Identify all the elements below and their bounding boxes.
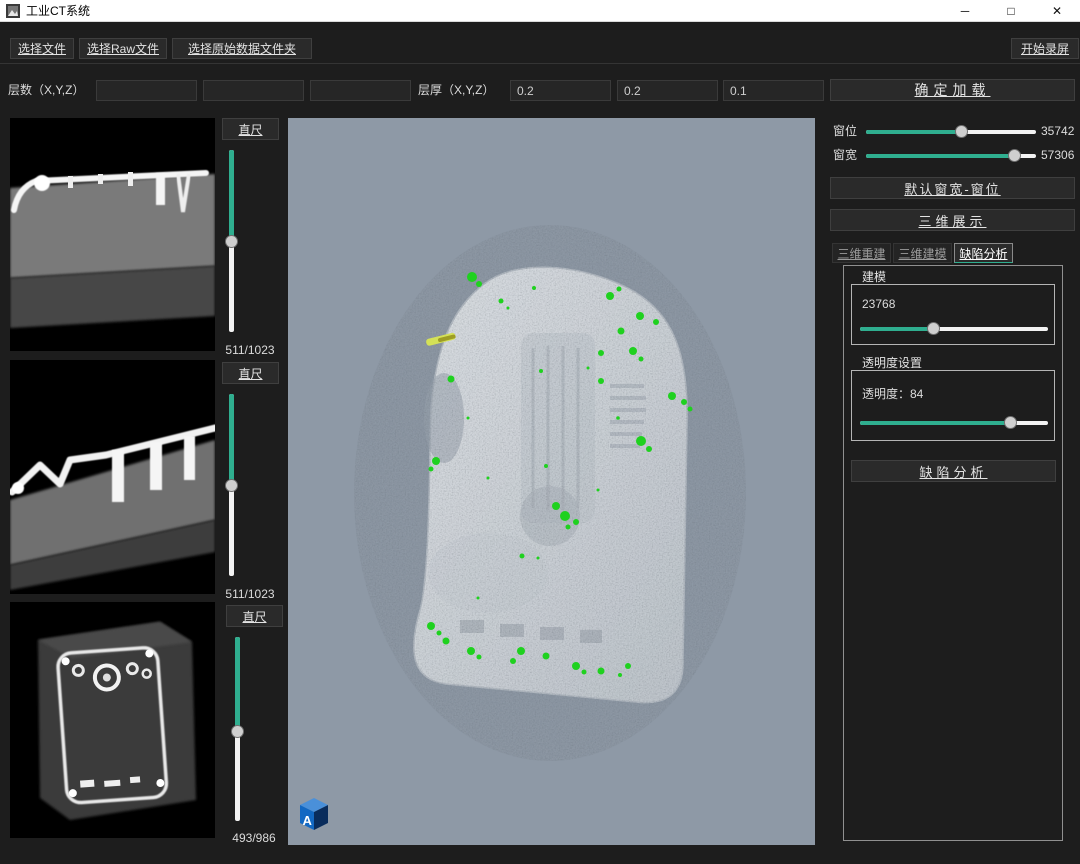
slice-slider-2[interactable] bbox=[225, 394, 238, 576]
modeling-groupbox: 建模 23768 bbox=[851, 284, 1055, 345]
slider-fill bbox=[229, 150, 234, 241]
window-controls: ─ □ ✕ bbox=[942, 0, 1080, 22]
slice-slider-1[interactable] bbox=[225, 150, 238, 332]
logo-cube-icon: A bbox=[296, 795, 332, 831]
slider-fill bbox=[229, 394, 234, 485]
modeling-value: 23768 bbox=[862, 297, 895, 311]
layers-z-input[interactable] bbox=[310, 80, 411, 101]
slider-thumb[interactable] bbox=[225, 479, 238, 492]
thickness-label: 层厚（X,Y,Z） bbox=[418, 80, 494, 101]
thickness-z-input[interactable] bbox=[723, 80, 824, 101]
close-button[interactable]: ✕ bbox=[1034, 0, 1080, 22]
tab-3d-reconstruction[interactable]: 三维重建 bbox=[832, 243, 891, 263]
titlebar: 工业CT系统 ─ □ ✕ bbox=[0, 0, 1080, 22]
slider-fill bbox=[866, 154, 1014, 158]
window-width-slider[interactable] bbox=[866, 149, 1036, 162]
slice-slider-3[interactable] bbox=[231, 637, 244, 821]
minimize-button[interactable]: ─ bbox=[942, 0, 988, 22]
show-3d-button[interactable]: 三维展示 bbox=[830, 209, 1075, 231]
window-level-value: 35742 bbox=[1041, 121, 1074, 142]
slice-position-1: 511/1023 bbox=[216, 340, 284, 361]
select-file-button[interactable]: 选择文件 bbox=[10, 38, 74, 59]
slider-thumb[interactable] bbox=[955, 125, 968, 138]
ct-slice-view-2[interactable] bbox=[10, 360, 215, 594]
render-viewport[interactable]: A bbox=[288, 118, 815, 845]
slider-fill bbox=[860, 421, 1010, 425]
confirm-load-button[interactable]: 确定加载 bbox=[830, 79, 1075, 101]
transparency-legend: 透明度设置 bbox=[860, 356, 924, 370]
modeling-legend: 建模 bbox=[860, 270, 888, 284]
window-level-slider[interactable] bbox=[866, 125, 1036, 138]
transparency-slider[interactable] bbox=[860, 416, 1048, 429]
slider-fill bbox=[860, 327, 933, 331]
window-width-value: 57306 bbox=[1041, 145, 1074, 166]
ruler-button-3[interactable]: 直尺 bbox=[226, 605, 283, 627]
thickness-x-input[interactable] bbox=[510, 80, 611, 101]
ct-slice-view-1[interactable] bbox=[10, 118, 215, 351]
slider-fill bbox=[235, 637, 240, 731]
transparency-groupbox: 透明度设置 透明度：84 bbox=[851, 370, 1055, 441]
tab-3d-modeling[interactable]: 三维建模 bbox=[893, 243, 952, 263]
ruler-button-1[interactable]: 直尺 bbox=[222, 118, 279, 140]
slider-thumb[interactable] bbox=[231, 725, 244, 738]
layers-x-input[interactable] bbox=[96, 80, 197, 101]
select-raw-button[interactable]: 选择Raw文件 bbox=[79, 38, 167, 59]
select-folder-button[interactable]: 选择原始数据文件夹 bbox=[172, 38, 312, 59]
transparency-value: 透明度：84 bbox=[862, 385, 923, 402]
ct-slice-image-3 bbox=[10, 602, 215, 838]
slice-position-2: 511/1023 bbox=[216, 584, 284, 605]
slice-position-3: 493/986 bbox=[220, 828, 288, 849]
slider-thumb[interactable] bbox=[1004, 416, 1017, 429]
volume-render bbox=[288, 118, 815, 845]
thickness-y-input[interactable] bbox=[617, 80, 718, 101]
app-window: 工业CT系统 ─ □ ✕ 选择文件 选择Raw文件 选择原始数据文件夹 开始录屏… bbox=[0, 0, 1080, 864]
default-window-button[interactable]: 默认窗宽-窗位 bbox=[830, 177, 1075, 199]
tab-defect-analysis[interactable]: 缺陷分析 bbox=[954, 243, 1013, 263]
window-title: 工业CT系统 bbox=[26, 2, 90, 19]
ruler-button-2[interactable]: 直尺 bbox=[222, 362, 279, 384]
slider-thumb[interactable] bbox=[1008, 149, 1021, 162]
ct-slice-view-3[interactable] bbox=[10, 602, 215, 838]
window-width-label: 窗宽 bbox=[833, 145, 857, 166]
tab-content-frame: 建模 23768 透明度设置 透明度：84 缺陷分析 bbox=[843, 265, 1063, 841]
toolbar-divider bbox=[0, 63, 1080, 64]
app-icon bbox=[6, 4, 20, 18]
modeling-slider[interactable] bbox=[860, 322, 1048, 335]
logo-letter: A bbox=[303, 813, 313, 828]
start-record-button[interactable]: 开始录屏 bbox=[1011, 38, 1079, 59]
defect-analysis-button[interactable]: 缺陷分析 bbox=[851, 460, 1056, 482]
layers-label: 层数（X,Y,Z） bbox=[8, 80, 84, 101]
ct-slice-image-1 bbox=[10, 118, 215, 351]
window-level-label: 窗位 bbox=[833, 121, 857, 142]
ct-slice-image-2 bbox=[10, 360, 215, 594]
slider-thumb[interactable] bbox=[927, 322, 940, 335]
layers-y-input[interactable] bbox=[203, 80, 304, 101]
slider-thumb[interactable] bbox=[225, 235, 238, 248]
slider-fill bbox=[866, 130, 961, 134]
maximize-button[interactable]: □ bbox=[988, 0, 1034, 22]
